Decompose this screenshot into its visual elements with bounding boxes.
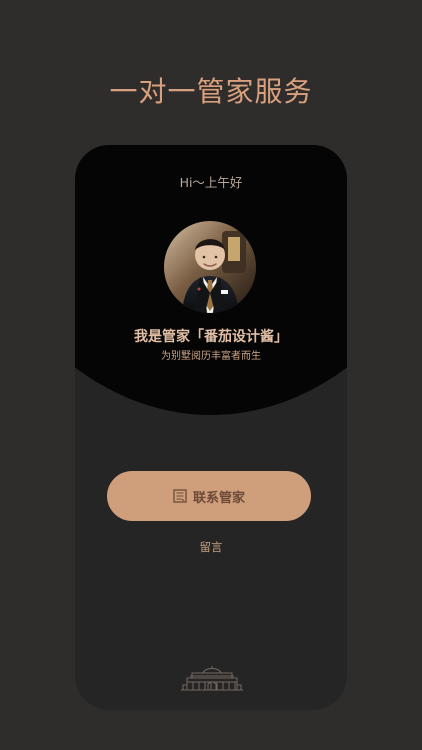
butler-introduction: 我是管家「番茄设计酱」 (134, 329, 288, 345)
contact-button-label: 联系管家 (192, 490, 245, 506)
butler-avatar (164, 221, 256, 313)
greeting-text: Hi～上午好 (179, 175, 243, 190)
butler-subtitle: 为别墅阅历丰富者而生 (161, 351, 261, 362)
page-title: 一对一管家服务 (109, 75, 313, 108)
contact-butler-button[interactable]: 联系管家 (107, 471, 311, 521)
message-link[interactable]: 留言 (75, 539, 347, 555)
contact-card-icon (173, 489, 187, 503)
mansion-building-icon (181, 666, 243, 691)
butler-card: Hi～上午好 我是管家「番茄设计酱」 为别墅阅历丰富者而生 联系管家 留言 (75, 145, 347, 710)
